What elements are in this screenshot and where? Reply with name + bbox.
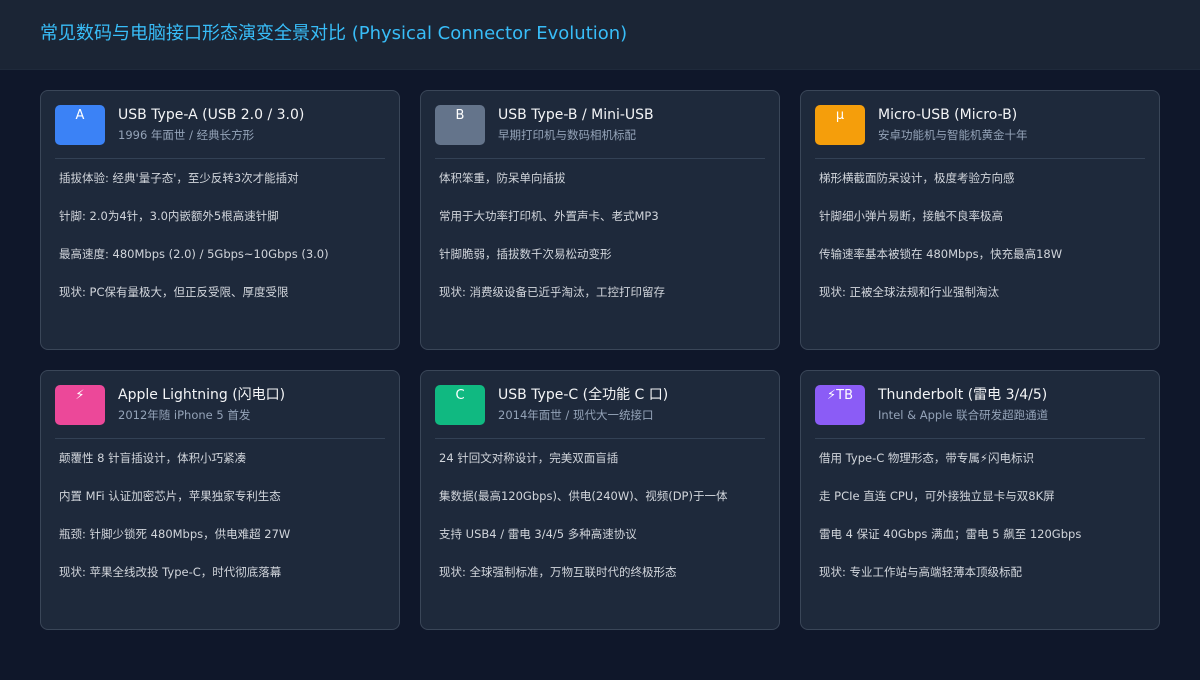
card-subtitle: Intel & Apple 联合研发超跑通道 <box>878 408 1049 422</box>
card-header: ⚡TB Thunderbolt (雷电 3/4/5) Intel & Apple… <box>815 385 1145 439</box>
card-line: 最高速度: 480Mbps (2.0) / 5Gbps~10Gbps (3.0) <box>59 247 329 261</box>
card-subtitle: 2012年随 iPhone 5 首发 <box>118 408 251 422</box>
card-subtitle: 1996 年面世 / 经典长方形 <box>118 128 255 142</box>
card-subtitle: 安卓功能机与智能机黄金十年 <box>878 128 1028 142</box>
lightning-badge-icon: ⚡ <box>55 385 105 425</box>
card-line: 现状: 苹果全线改投 Type-C，时代彻底落幕 <box>59 565 282 579</box>
card-line: 现状: PC保有量极大，但正反受限、厚度受限 <box>59 285 289 299</box>
connector-badge-icon: A <box>55 105 105 145</box>
card-header: C USB Type-C (全功能 C 口) 2014年面世 / 现代大一统接口 <box>435 385 765 439</box>
page-header: 常见数码与电脑接口形态演变全景对比 (Physical Connector Ev… <box>0 0 1200 70</box>
card-header: μ Micro-USB (Micro-B) 安卓功能机与智能机黄金十年 <box>815 105 1145 159</box>
card-line: 插拔体验: 经典'量子态'，至少反转3次才能插对 <box>59 171 299 185</box>
thunderbolt-badge-icon: ⚡TB <box>815 385 865 425</box>
card-line: 支持 USB4 / 雷电 3/4/5 多种高速协议 <box>439 527 637 541</box>
card-subtitle: 早期打印机与数码相机标配 <box>498 128 636 142</box>
card-title: USB Type-A (USB 2.0 / 3.0) <box>118 107 305 123</box>
card-line: 梯形横截面防呆设计，极度考验方向感 <box>819 171 1015 185</box>
card-line: 24 针回文对称设计，完美双面盲插 <box>439 451 619 465</box>
card-apple-lightning: ⚡ Apple Lightning (闪电口) 2012年随 iPhone 5 … <box>40 370 400 630</box>
card-header: B USB Type-B / Mini-USB 早期打印机与数码相机标配 <box>435 105 765 159</box>
card-line: 雷电 4 保证 40Gbps 满血；雷电 5 飙至 120Gbps <box>819 527 1082 541</box>
card-title: Thunderbolt (雷电 3/4/5) <box>878 387 1048 403</box>
card-line: 走 PCIe 直连 CPU，可外接独立显卡与双8K屏 <box>819 489 1055 503</box>
card-header: A USB Type-A (USB 2.0 / 3.0) 1996 年面世 / … <box>55 105 385 159</box>
connector-grid: A USB Type-A (USB 2.0 / 3.0) 1996 年面世 / … <box>40 90 1160 630</box>
card-micro-usb: μ Micro-USB (Micro-B) 安卓功能机与智能机黄金十年 梯形横截… <box>800 90 1160 350</box>
connector-badge-icon: μ <box>815 105 865 145</box>
card-thunderbolt: ⚡TB Thunderbolt (雷电 3/4/5) Intel & Apple… <box>800 370 1160 630</box>
card-line: 常用于大功率打印机、外置声卡、老式MP3 <box>439 209 659 223</box>
card-subtitle: 2014年面世 / 现代大一统接口 <box>498 408 654 422</box>
page-title: 常见数码与电脑接口形态演变全景对比 (Physical Connector Ev… <box>40 23 628 44</box>
card-line: 传输速率基本被锁在 480Mbps，快充最高18W <box>819 247 1063 261</box>
card-line: 颠覆性 8 针盲插设计，体积小巧紧凑 <box>59 451 247 465</box>
card-usb-type-b: B USB Type-B / Mini-USB 早期打印机与数码相机标配 体积笨… <box>420 90 780 350</box>
card-usb-type-a: A USB Type-A (USB 2.0 / 3.0) 1996 年面世 / … <box>40 90 400 350</box>
card-line: 现状: 正被全球法规和行业强制淘汰 <box>819 285 1000 299</box>
card-header: ⚡ Apple Lightning (闪电口) 2012年随 iPhone 5 … <box>55 385 385 439</box>
card-title: Apple Lightning (闪电口) <box>118 387 286 403</box>
card-line: 体积笨重，防呆单向插拔 <box>439 171 566 185</box>
card-line: 内置 MFi 认证加密芯片，苹果独家专利生态 <box>59 489 281 503</box>
connector-badge-icon: B <box>435 105 485 145</box>
card-title: USB Type-C (全功能 C 口) <box>498 387 669 403</box>
card-line: 针脚细小弹片易断，接触不良率极高 <box>819 209 1003 223</box>
card-line: 现状: 消费级设备已近乎淘汰，工控打印留存 <box>439 285 666 299</box>
card-line: 瓶颈: 针脚少锁死 480Mbps，供电难超 27W <box>59 527 291 541</box>
card-line: 现状: 专业工作站与高端轻薄本顶级标配 <box>819 565 1023 579</box>
card-usb-type-c: C USB Type-C (全功能 C 口) 2014年面世 / 现代大一统接口… <box>420 370 780 630</box>
card-title: USB Type-B / Mini-USB <box>498 107 654 123</box>
card-line: 针脚脆弱，插拔数千次易松动变形 <box>439 247 612 261</box>
card-line: 针脚: 2.0为4针，3.0内嵌额外5根高速针脚 <box>59 209 279 223</box>
card-line: 借用 Type-C 物理形态，带专属⚡闪电标识 <box>819 451 1034 465</box>
connector-badge-icon: C <box>435 385 485 425</box>
card-line: 现状: 全球强制标准，万物互联时代的终极形态 <box>439 565 677 579</box>
card-title: Micro-USB (Micro-B) <box>878 107 1018 123</box>
card-line: 集数据(最高120Gbps)、供电(240W)、视频(DP)于一体 <box>439 489 728 503</box>
